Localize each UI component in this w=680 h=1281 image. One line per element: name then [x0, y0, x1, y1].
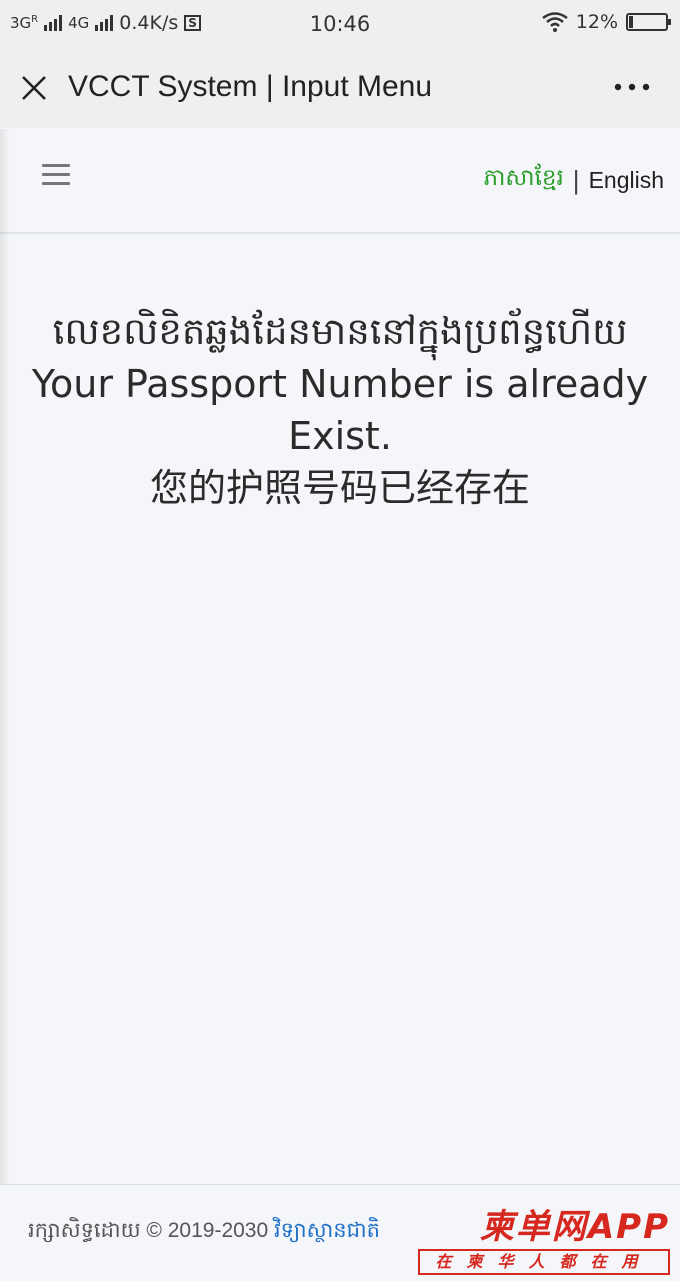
close-button[interactable]	[14, 68, 54, 108]
edge-shadow	[0, 129, 10, 1184]
battery-percent: 12%	[575, 11, 618, 33]
battery-icon	[626, 13, 671, 31]
lang-separator: |	[572, 165, 580, 195]
language-switcher: ភាសាខ្មែរ | English	[483, 164, 664, 197]
lang-khmer-link[interactable]: ភាសាខ្មែរ	[483, 164, 563, 197]
watermark-logo: 柬单网APP 在柬华人都在用	[408, 1199, 670, 1275]
error-message: លេខលិខិតឆ្លងដែនមាននៅក្នុងប្រព័ន្ធហើយ You…	[20, 306, 660, 514]
message-khmer: លេខលិខិតឆ្លងដែនមាននៅក្នុងប្រព័ន្ធហើយ	[52, 310, 628, 353]
institute-link[interactable]: វិទ្យាស្ថានជាតិ	[274, 1219, 380, 1242]
more-icon	[614, 83, 650, 91]
lang-english-link[interactable]: English	[589, 167, 664, 194]
hamburger-menu-button[interactable]	[42, 164, 70, 188]
copyright-text: រក្សាសិទ្ធដោយ © 2019-2030 វិទ្យាស្ថានជាត…	[28, 1217, 380, 1248]
page-title: VCCT System | Input Menu	[68, 70, 433, 103]
status-right: 12%	[542, 11, 671, 33]
watermark-sub: 在柬华人都在用	[418, 1249, 670, 1275]
more-options-button[interactable]	[610, 72, 654, 102]
wifi-icon	[542, 12, 568, 32]
watermark-main: 柬单网APP	[479, 1207, 670, 1247]
copyright-prefix: រក្សាសិទ្ធដោយ © 2019-2030	[28, 1219, 269, 1242]
hamburger-icon	[42, 182, 70, 185]
status-bar: 3GR 4G 0.4K/s S 10:46 12%	[0, 0, 680, 48]
hamburger-icon	[42, 164, 70, 167]
message-english: Your Passport Number is already Exist.	[31, 361, 649, 459]
site-navbar: ភាសាខ្មែរ | English	[0, 128, 680, 234]
hamburger-icon	[42, 173, 70, 176]
footer: រក្សាសិទ្ធដោយ © 2019-2030 វិទ្យាស្ថានជាត…	[0, 1184, 680, 1281]
close-icon	[22, 76, 46, 100]
webview-title-bar: VCCT System | Input Menu	[0, 48, 680, 129]
message-chinese: 您的护照号码已经存在	[149, 465, 530, 510]
